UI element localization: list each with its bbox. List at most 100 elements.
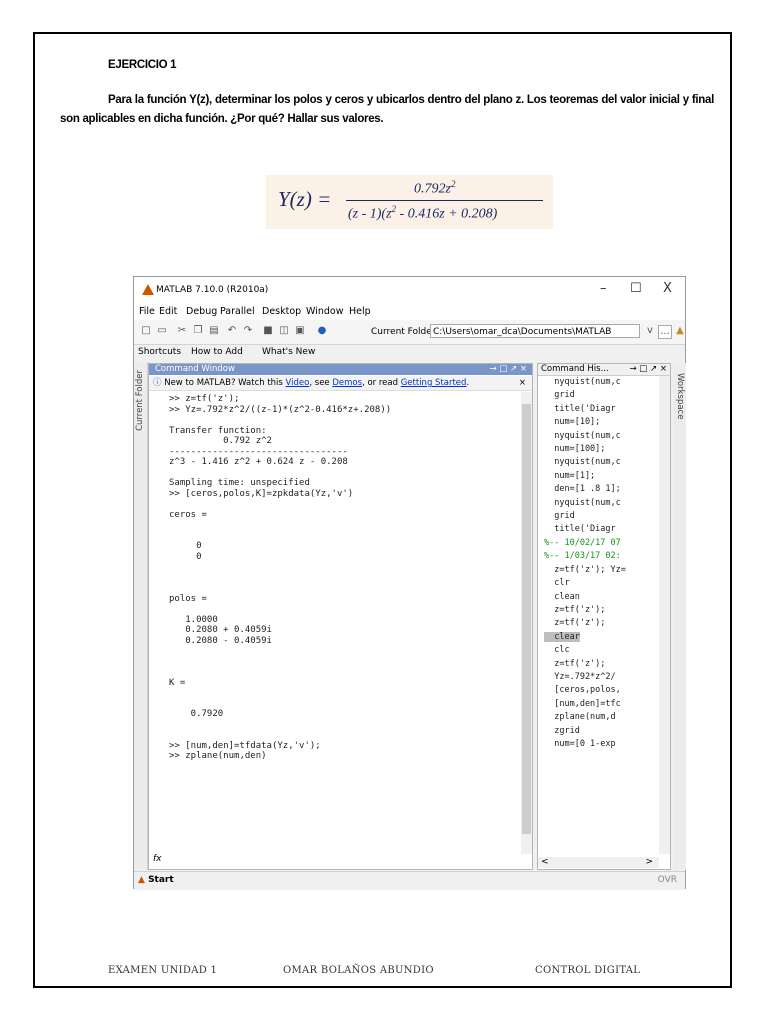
maximize-button[interactable]: ☐ [630, 281, 642, 296]
info-close-button[interactable]: × [519, 376, 526, 390]
scroll-left-icon[interactable]: < [541, 857, 549, 867]
up-folder-icon[interactable]: ▲ [674, 325, 686, 337]
cut-icon[interactable]: ✂ [176, 325, 188, 337]
history-item[interactable]: %-- 10/02/17 07 [544, 537, 661, 550]
history-item[interactable]: z=tf('z'); [544, 617, 661, 630]
history-item[interactable]: zgrid [544, 725, 661, 738]
menu-desktop[interactable]: Desktop [262, 306, 301, 317]
command-line [169, 531, 509, 542]
command-line [169, 415, 509, 426]
menu-edit[interactable]: Edit [159, 306, 177, 317]
current-folder-label: Current Folder: [371, 327, 439, 337]
menu-debug[interactable]: Debug [186, 306, 217, 317]
history-item[interactable]: title('Diagr [544, 523, 661, 536]
info-bar: ⓘ New to MATLAB? Watch this Video, see D… [149, 376, 532, 391]
open-folder-icon[interactable]: ▭ [156, 325, 168, 337]
shortcuts-bar: Shortcuts How to Add What's New [134, 345, 685, 361]
history-item[interactable]: [num,den]=tfc [544, 698, 661, 711]
command-line: Sampling time: unspecified [169, 478, 310, 488]
command-window[interactable]: Command Window → □ ↗ × ⓘ New to MATLAB? … [148, 363, 533, 870]
command-history-controls[interactable]: → □ ↗ × [629, 364, 667, 375]
menu-file[interactable]: File [139, 306, 155, 317]
video-link[interactable]: Video [286, 378, 310, 388]
simulink-icon[interactable]: ■ [262, 325, 274, 337]
history-item[interactable]: grid [544, 510, 661, 523]
new-file-icon[interactable]: □ [140, 325, 152, 337]
command-line: >> [ceros,polos,K]=zpkdata(Yz,'v') [169, 488, 354, 499]
history-scrollbar[interactable] [659, 376, 670, 854]
workspace-side-tab[interactable]: Workspace [673, 363, 686, 870]
matlab-window: MATLAB 7.10.0 (R2010a) – ☐ X File Edit D… [133, 276, 686, 890]
redo-icon[interactable]: ↷ [242, 325, 254, 337]
workspace-tab-label: Workspace [675, 373, 685, 420]
scroll-thumb[interactable] [522, 404, 531, 834]
history-item[interactable]: [ceros,polos, [544, 684, 661, 697]
demos-link[interactable]: Demos [332, 378, 362, 388]
history-item[interactable]: z=tf('z'); Yz= [544, 564, 661, 577]
menu-window[interactable]: Window [306, 306, 343, 317]
history-item[interactable]: clc [544, 644, 661, 657]
history-item[interactable]: nyquist(num,c [544, 456, 661, 469]
minimize-button[interactable]: – [600, 281, 607, 296]
command-line: K = [169, 677, 186, 688]
help-icon[interactable]: ● [316, 325, 328, 337]
history-item[interactable]: clr [544, 577, 661, 590]
paste-icon[interactable]: ▤ [208, 325, 220, 337]
getting-started-link[interactable]: Getting Started [401, 378, 467, 388]
command-line [169, 720, 509, 731]
history-item[interactable]: nyquist(num,c [544, 430, 661, 443]
command-line [169, 499, 509, 510]
command-line [169, 657, 509, 668]
footer-center: OMAR BOLAÑOS ABUNDIO [283, 965, 434, 976]
history-item[interactable]: clear [544, 631, 661, 644]
history-item[interactable]: title('Diagr [544, 403, 661, 416]
history-item[interactable]: nyquist(num,c [544, 376, 661, 389]
copy-icon[interactable]: ❐ [192, 325, 204, 337]
history-item[interactable]: z=tf('z'); [544, 604, 661, 617]
history-item[interactable]: clean [544, 591, 661, 604]
history-item[interactable]: num=[100]; [544, 443, 661, 456]
history-item[interactable]: z=tf('z'); [544, 658, 661, 671]
history-item[interactable]: nyquist(num,c [544, 497, 661, 510]
shortcuts-label[interactable]: Shortcuts [138, 347, 181, 357]
history-item[interactable]: %-- 1/03/17 02: [544, 550, 661, 563]
menu-help[interactable]: Help [349, 306, 371, 317]
command-window-controls[interactable]: → □ ↗ × [489, 364, 527, 375]
title-bar: MATLAB 7.10.0 (R2010a) – ☐ X [134, 277, 685, 303]
close-button[interactable]: X [663, 281, 672, 296]
folder-dropdown[interactable]: v [644, 325, 656, 337]
command-line: z^3 - 1.416 z^2 + 0.624 z - 0.208 [169, 457, 348, 467]
menu-parallel[interactable]: Parallel [220, 306, 255, 317]
command-line: polos = [169, 593, 207, 604]
current-folder-side-tab[interactable]: Current Folder [134, 362, 148, 870]
scroll-right-icon[interactable]: > [645, 857, 653, 867]
whats-new-link[interactable]: What's New [262, 347, 315, 357]
undo-icon[interactable]: ↶ [226, 325, 238, 337]
history-item[interactable]: num=[0 1-exp [544, 738, 661, 751]
command-line [169, 468, 509, 479]
history-item[interactable]: grid [544, 389, 661, 402]
command-history[interactable]: Command His... → □ ↗ × nyquist(num,c gri… [537, 363, 671, 870]
formula-lhs: Y(z) = [278, 187, 332, 211]
history-item[interactable]: num=[10]; [544, 416, 661, 429]
history-item[interactable]: zplane(num,d [544, 711, 661, 724]
profiler-icon[interactable]: ▣ [294, 325, 306, 337]
command-history-header: Command His... → □ ↗ × [538, 364, 670, 376]
fx-icon[interactable]: fx [153, 854, 162, 864]
command-window-scrollbar[interactable] [521, 392, 532, 854]
guide-icon[interactable]: ◫ [278, 325, 290, 337]
history-item[interactable]: den=[1 .8 1]; [544, 483, 661, 496]
history-item[interactable]: num=[1]; [544, 470, 661, 483]
command-window-header: Command Window → □ ↗ × [149, 364, 532, 375]
command-line: 1.0000 [169, 614, 218, 625]
how-to-add-link[interactable]: How to Add [191, 347, 243, 357]
command-output[interactable]: >> z=tf('z'); >> Yz=.792*z^2/((z-1)*(z^2-… [169, 394, 509, 762]
history-item[interactable]: Yz=.792*z^2/ [544, 671, 661, 684]
browse-button[interactable]: ... [658, 325, 672, 339]
history-hscrollbar[interactable]: < > [538, 857, 659, 868]
start-button[interactable]: ▲ Start [138, 875, 174, 885]
app-title: MATLAB 7.10.0 (R2010a) [156, 285, 269, 295]
command-line: --------------------------------- [169, 446, 348, 457]
current-folder-input[interactable]: C:\Users\omar_dca\Documents\MATLAB [430, 324, 640, 338]
command-line: >> [num,den]=tfdata(Yz,'v'); [169, 740, 321, 751]
